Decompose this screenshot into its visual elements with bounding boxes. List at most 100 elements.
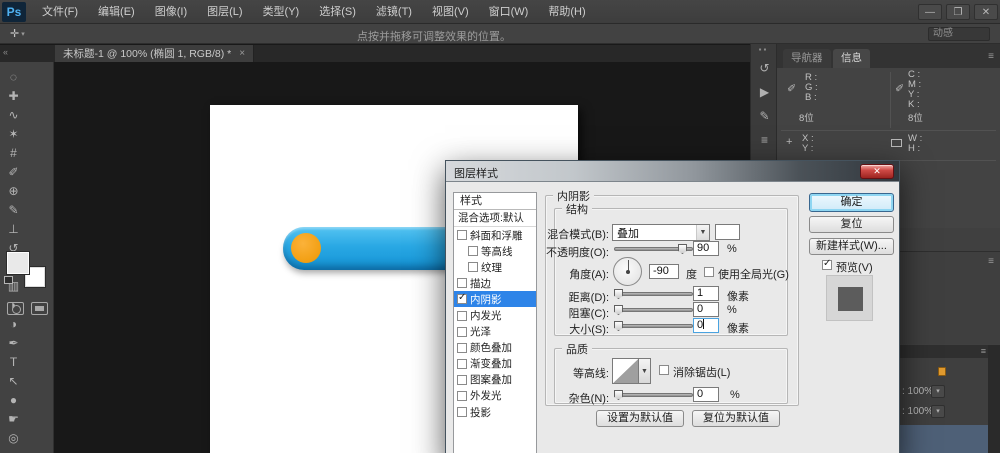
- dialog-close-button[interactable]: ✕: [860, 164, 894, 179]
- distance-input[interactable]: 1: [693, 286, 719, 301]
- scrollbar[interactable]: [988, 345, 1000, 453]
- ok-button[interactable]: 确定: [809, 193, 894, 212]
- reset-default-button[interactable]: 复位为默认值: [692, 410, 780, 427]
- styles-list-item[interactable]: 颜色叠加: [454, 340, 536, 356]
- tab-close-icon[interactable]: ×: [239, 48, 245, 59]
- menu-item[interactable]: 窗口(W): [479, 0, 539, 24]
- dialog-title-bar[interactable]: 图层样式 ✕: [446, 161, 899, 182]
- menu-item[interactable]: 滤镜(T): [366, 0, 422, 24]
- angle-input[interactable]: -90: [649, 264, 679, 279]
- tool-pen-icon[interactable]: ✒: [0, 334, 27, 353]
- close-button[interactable]: ✕: [974, 4, 998, 20]
- styles-item-blending-options[interactable]: 混合选项:默认: [454, 210, 536, 227]
- workspace-switcher[interactable]: 动感: [928, 27, 990, 41]
- noise-input[interactable]: 0: [693, 387, 719, 402]
- style-checkbox[interactable]: [457, 391, 467, 401]
- tool-spot-healing-icon[interactable]: ⊕: [0, 182, 27, 201]
- menu-item[interactable]: 选择(S): [309, 0, 366, 24]
- menu-item[interactable]: 类型(Y): [253, 0, 310, 24]
- opacity-slider[interactable]: [614, 242, 693, 256]
- style-checkbox[interactable]: [457, 359, 467, 369]
- tool-move-icon[interactable]: ✚: [0, 87, 27, 106]
- angle-label: 角度(A):: [509, 266, 609, 282]
- tool-lasso-icon[interactable]: ∿: [0, 106, 27, 125]
- dock-grip[interactable]: ▪▪: [751, 44, 776, 56]
- tool-dodge-icon[interactable]: ◑: [0, 315, 27, 334]
- tool-preset-dropdown-icon[interactable]: ▾: [21, 30, 25, 38]
- angle-dial[interactable]: [613, 257, 642, 286]
- noise-slider[interactable]: [614, 388, 693, 402]
- default-colors-icon[interactable]: [4, 276, 13, 284]
- menu-item[interactable]: 视图(V): [422, 0, 479, 24]
- tool-eyedropper-icon[interactable]: ✐: [0, 163, 27, 182]
- style-checkbox[interactable]: [457, 294, 467, 304]
- styles-list-item[interactable]: 渐变叠加: [454, 356, 536, 372]
- choke-input[interactable]: 0: [693, 302, 719, 317]
- tab-info[interactable]: 信息: [833, 49, 870, 68]
- clone-source-panel-icon[interactable]: ≡: [751, 128, 778, 152]
- lock-icon[interactable]: [938, 367, 946, 376]
- tool-elliptical-marquee-icon[interactable]: ◌: [0, 68, 27, 87]
- minimize-button[interactable]: —: [918, 4, 942, 20]
- style-checkbox[interactable]: [457, 311, 467, 321]
- opacity-dropdown-icon[interactable]: ▾: [931, 385, 945, 398]
- move-tool-icon[interactable]: ✛: [10, 27, 19, 40]
- global-light-checkbox[interactable]: [704, 267, 714, 277]
- angle-unit: 度: [686, 266, 697, 282]
- tool-path-selection-icon[interactable]: ↖: [0, 372, 27, 391]
- opacity-input[interactable]: 90: [693, 241, 719, 256]
- styles-list-item[interactable]: 图案叠加: [454, 372, 536, 388]
- quick-mask-icon[interactable]: [7, 302, 24, 315]
- fill-dropdown-icon[interactable]: ▾: [931, 405, 945, 418]
- blend-mode-select[interactable]: 叠加 ▼: [612, 224, 710, 241]
- menu-item[interactable]: 编辑(E): [88, 0, 145, 24]
- style-checkbox[interactable]: [468, 246, 478, 256]
- foreground-color-swatch[interactable]: [7, 252, 29, 274]
- tool-hand-icon[interactable]: ☛: [0, 410, 27, 429]
- contour-dropdown-icon[interactable]: ▼: [639, 358, 651, 384]
- panel-menu-icon[interactable]: ≡: [988, 256, 994, 267]
- document-tab[interactable]: 未标题-1 @ 100% (椭圆 1, RGB/8) * ×: [55, 45, 254, 62]
- tool-crop-icon[interactable]: #: [0, 144, 27, 163]
- tool-clone-stamp-icon[interactable]: ⊥: [0, 220, 27, 239]
- style-checkbox[interactable]: [457, 407, 467, 417]
- size-input[interactable]: 0: [693, 318, 719, 333]
- style-checkbox[interactable]: [457, 343, 467, 353]
- tool-brush-icon[interactable]: ✎: [0, 201, 27, 220]
- style-checkbox[interactable]: [457, 230, 467, 240]
- new-style-button[interactable]: 新建样式(W)...: [809, 238, 894, 255]
- panel-menu-icon[interactable]: ≡: [981, 346, 986, 356]
- set-default-button[interactable]: 设置为默认值: [596, 410, 684, 427]
- tab-navigator[interactable]: 导航器: [783, 49, 831, 68]
- shadow-color-swatch[interactable]: [715, 224, 740, 240]
- panel-menu-icon[interactable]: ≡: [988, 51, 994, 62]
- choke-slider[interactable]: [614, 303, 693, 317]
- selected-layer-row[interactable]: [900, 425, 988, 453]
- menu-item[interactable]: 图层(L): [197, 0, 252, 24]
- preview-checkbox[interactable]: [822, 260, 832, 270]
- orange-circle-shape[interactable]: [291, 233, 321, 263]
- collapse-icon[interactable]: «: [3, 47, 8, 57]
- tool-magic-wand-icon[interactable]: ✶: [0, 125, 27, 144]
- distance-slider[interactable]: [614, 287, 693, 301]
- size-slider[interactable]: [614, 319, 693, 333]
- style-checkbox[interactable]: [468, 262, 478, 272]
- restore-button[interactable]: ❐: [946, 4, 970, 20]
- reset-button[interactable]: 复位: [809, 216, 894, 233]
- tool-type-icon[interactable]: T: [0, 353, 27, 372]
- tool-ellipse-shape-icon[interactable]: ●: [0, 391, 27, 410]
- style-checkbox[interactable]: [457, 327, 467, 337]
- styles-list-item[interactable]: 投影: [454, 404, 536, 420]
- style-checkbox[interactable]: [457, 278, 467, 288]
- tool-zoom-icon[interactable]: ◎: [0, 429, 27, 448]
- style-checkbox[interactable]: [457, 375, 467, 385]
- brush-panel-icon[interactable]: ✎: [751, 104, 778, 128]
- history-panel-icon[interactable]: ↺: [751, 56, 778, 80]
- menu-item[interactable]: 帮助(H): [538, 0, 595, 24]
- menu-item[interactable]: 文件(F): [32, 0, 88, 24]
- antialias-checkbox[interactable]: [659, 365, 669, 375]
- contour-thumbnail[interactable]: [612, 358, 639, 384]
- screen-mode-icon[interactable]: [31, 302, 48, 315]
- actions-panel-icon[interactable]: ▶: [751, 80, 778, 104]
- menu-item[interactable]: 图像(I): [145, 0, 197, 24]
